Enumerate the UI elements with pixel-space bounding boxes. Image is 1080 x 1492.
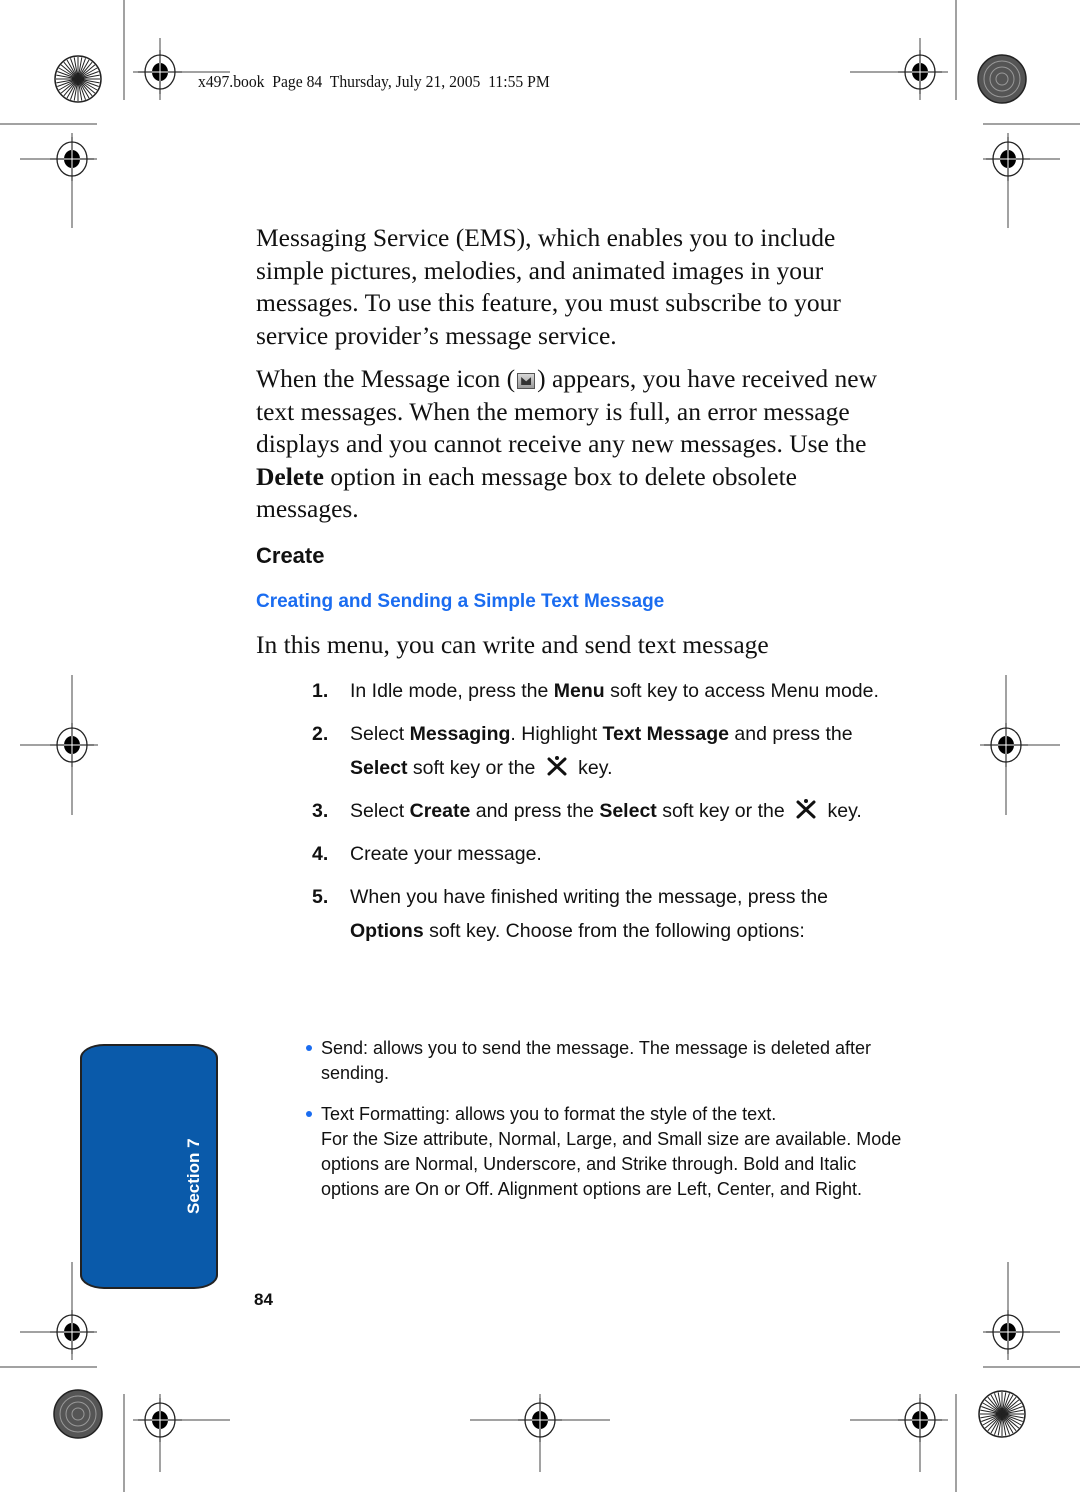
step-keyword: Select [599, 800, 657, 822]
delete-keyword: Delete [256, 461, 324, 491]
registration-mark-top-left [137, 49, 183, 95]
registration-mark-top-right [897, 49, 943, 95]
subheading-creating-sending: Creating and Sending a Simple Text Messa… [256, 591, 665, 612]
section-tab-label: Section 7 [184, 1138, 203, 1214]
step-keyword: Menu [553, 680, 605, 702]
step-text: When you have finished writing the messa… [350, 886, 829, 942]
step-item: 1. In Idle mode, press the Menu soft key … [312, 674, 902, 708]
registration-mark-lower-left [49, 1309, 95, 1355]
step-keyword: Messaging [409, 723, 511, 745]
message-envelope-icon [517, 373, 536, 389]
step-number: 1. [312, 680, 329, 702]
step-text: In Idle mode, press the Menu soft key to… [350, 680, 879, 702]
navigation-key-icon [796, 799, 816, 819]
step-item: 3. Select Create and press the Select sof… [312, 794, 902, 828]
section-heading-create: Create [256, 543, 325, 568]
registration-mark-middle-left [49, 722, 95, 768]
option-text-formatting-detail: For the Size attribute, Normal, Large, a… [321, 1129, 902, 1199]
option-text: Text Formatting: allows you to format th… [321, 1104, 777, 1124]
concentric-mark-top-right [977, 54, 1027, 104]
registration-mark-middle-right [983, 722, 1029, 768]
print-slug-line: x497.book Page 84 Thursday, July 21, 200… [198, 72, 550, 91]
navigation-key-icon [547, 756, 567, 776]
registration-mark-upper-left [49, 136, 95, 182]
paragraph-text: option in each message box to delete obs… [256, 461, 797, 524]
step-text: Select Messaging. Highlight Text Message… [350, 723, 853, 779]
options-list: Send: allows you to send the message. Th… [300, 1036, 905, 1202]
body-paragraph-message-icon: When the Message icon () appears, you ha… [256, 363, 906, 526]
option-text-formatting: Text Formatting: allows you to format th… [300, 1102, 905, 1127]
step-item: 5. When you have finished writing the mes… [312, 880, 902, 948]
registration-mark-bottom-center [517, 1397, 563, 1443]
step-text: Create your message. [350, 843, 542, 865]
step-keyword: Select [350, 757, 408, 779]
step-item: 2. Select Messaging. Highlight Text Messa… [312, 717, 902, 785]
step-number: 3. [312, 800, 329, 822]
step-keyword: Text Message [602, 723, 729, 745]
option-text: Send: allows you to send the message. Th… [321, 1038, 871, 1083]
page-number: 84 [254, 1290, 273, 1309]
paragraph-text: When the Message icon ( [256, 364, 516, 393]
bullet-icon [306, 1045, 312, 1051]
step-keyword: Create [409, 800, 471, 822]
option-send: Send: allows you to send the message. Th… [300, 1036, 905, 1086]
registration-mark-lower-right [985, 1309, 1031, 1355]
bullet-icon [306, 1111, 312, 1117]
registration-mark-bottom-right [897, 1397, 943, 1443]
concentric-mark-bottom-left [53, 1389, 103, 1439]
intro-text: In this menu, you can write and send tex… [256, 630, 769, 659]
step-number: 2. [312, 723, 329, 745]
step-item: 4. Create your message. [312, 837, 902, 871]
step-keyword: Options [350, 920, 424, 942]
body-paragraph-ems: Messaging Service (EMS), which enables y… [256, 223, 841, 350]
step-text: Select Create and press the Select soft … [350, 799, 862, 822]
starburst-mark-top-left [54, 55, 102, 103]
registration-mark-upper-right [985, 136, 1031, 182]
step-number: 5. [312, 886, 329, 908]
registration-mark-bottom-left [137, 1397, 183, 1443]
step-number: 4. [312, 843, 329, 865]
starburst-mark-bottom-right [978, 1390, 1026, 1438]
steps-list: 1. In Idle mode, press the Menu soft key … [312, 674, 902, 957]
